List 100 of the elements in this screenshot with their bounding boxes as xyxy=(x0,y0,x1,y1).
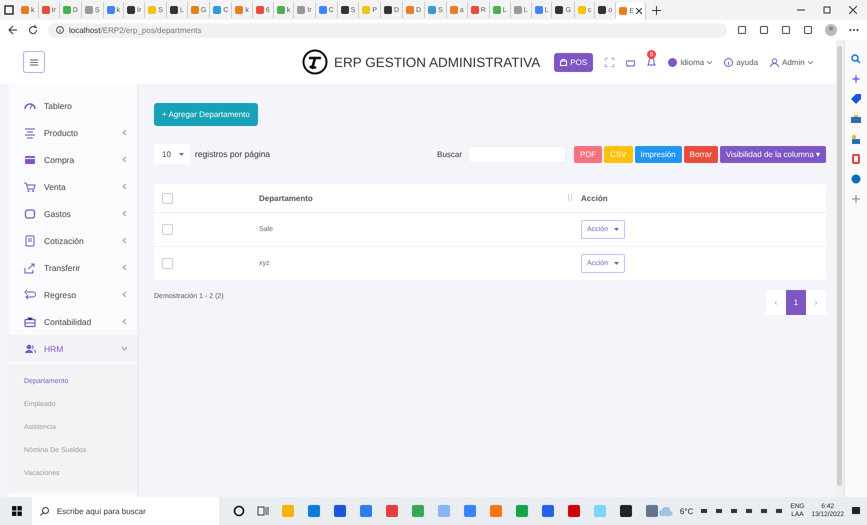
users-icon xyxy=(24,342,36,354)
chevron-left-icon xyxy=(122,238,127,243)
help-link[interactable]: ayuda xyxy=(724,58,758,66)
list-icon xyxy=(24,126,36,138)
favicon-icon xyxy=(555,6,564,14)
row-checkbox[interactable] xyxy=(162,224,173,235)
logo-icon xyxy=(302,49,328,75)
favicon-icon xyxy=(127,6,136,14)
briefcase-icon xyxy=(24,316,36,328)
chevron-left-icon xyxy=(122,184,127,189)
language-menu[interactable]: Idioma xyxy=(668,58,712,66)
favicon-icon xyxy=(21,6,29,14)
restore-icon[interactable] xyxy=(823,6,831,14)
sidebar-item[interactable]: Tablero xyxy=(9,92,137,119)
favicon-icon xyxy=(362,6,370,14)
taskbar-search-field[interactable]: Escribe aquí para buscar xyxy=(32,497,219,525)
office-icon[interactable] xyxy=(851,154,861,164)
weather-text[interactable]: 6°C xyxy=(680,506,694,516)
sidebar-item[interactable]: Transferir xyxy=(9,254,137,281)
reload-icon[interactable] xyxy=(28,25,38,35)
favicon-icon xyxy=(84,6,93,14)
sidebar-item[interactable]: Venta xyxy=(9,173,137,200)
notifications-icon[interactable] xyxy=(851,506,861,516)
export-button[interactable]: Borrar xyxy=(684,146,718,162)
close-icon[interactable] xyxy=(849,6,857,14)
scrollbar[interactable] xyxy=(836,40,844,497)
favicon-icon xyxy=(42,6,50,14)
more-icon[interactable] xyxy=(849,28,859,32)
sidebar-item[interactable]: Compra xyxy=(9,146,137,173)
address-bar[interactable]: localhost/ERP2/erp_pos/departments xyxy=(48,22,727,38)
search-icon xyxy=(40,506,49,516)
profile-avatar-icon[interactable] xyxy=(825,24,837,36)
sidebar-item[interactable]: Regreso xyxy=(9,281,137,308)
pos-button[interactable]: POS xyxy=(554,52,594,72)
page-size-label: registros por página xyxy=(194,149,270,159)
chevron-down-icon xyxy=(808,60,813,64)
menu-button[interactable] xyxy=(23,51,45,73)
favicon-icon xyxy=(190,6,199,14)
row-checkbox[interactable] xyxy=(162,258,173,269)
mail-icon[interactable] xyxy=(851,174,861,184)
tag-icon[interactable] xyxy=(851,94,861,104)
back-icon[interactable] xyxy=(8,25,18,35)
favicon-icon xyxy=(256,6,264,14)
card-icon xyxy=(24,154,36,166)
task-view-icon[interactable] xyxy=(256,505,269,517)
tab-actions-icon[interactable] xyxy=(4,5,14,15)
favicon-icon xyxy=(470,6,479,14)
toolbox-icon[interactable] xyxy=(851,114,861,124)
page-button[interactable]: 1 xyxy=(786,290,806,315)
favicon-icon xyxy=(318,6,327,14)
favicon-icon xyxy=(492,6,501,14)
search-icon[interactable] xyxy=(851,54,861,64)
basket-icon[interactable] xyxy=(626,58,636,66)
chevron-down-icon xyxy=(707,60,712,64)
select-all-checkbox[interactable] xyxy=(162,192,173,204)
column-header: Acción xyxy=(581,194,609,202)
sidebar-item[interactable]: Contabilidad xyxy=(9,308,137,335)
favicon-icon xyxy=(170,6,178,14)
favicon-icon xyxy=(578,6,586,14)
favicon-icon xyxy=(106,6,115,14)
sidebar-item[interactable]: Gastos xyxy=(9,200,137,227)
info-icon xyxy=(56,26,64,34)
close-icon[interactable] xyxy=(636,8,642,14)
add-icon[interactable] xyxy=(851,194,861,204)
favorite-add-icon[interactable] xyxy=(759,25,769,35)
bell-icon[interactable] xyxy=(647,57,656,67)
info-icon xyxy=(724,58,734,66)
collections-icon[interactable] xyxy=(803,25,813,35)
favorites-icon[interactable] xyxy=(781,25,791,35)
caret-icon xyxy=(614,262,620,265)
cortana-icon[interactable] xyxy=(232,505,245,517)
windows-start-icon[interactable] xyxy=(12,506,22,516)
favicon-icon xyxy=(62,6,71,14)
sidebar-item[interactable]: Producto xyxy=(9,119,137,146)
export-button[interactable]: Visibilidad de la columna ▾ xyxy=(720,146,826,162)
caret-icon xyxy=(614,228,620,231)
search-label: Buscar xyxy=(437,150,462,158)
favicon-icon xyxy=(384,6,392,14)
favicon-icon xyxy=(534,6,543,14)
user-icon xyxy=(770,58,780,66)
column-header[interactable]: Departamento xyxy=(259,194,313,202)
favicon-icon xyxy=(514,6,522,14)
sidebar-item[interactable]: Cotización xyxy=(9,227,137,254)
url-text: localhost/ERP2/erp_pos/departments xyxy=(69,26,202,34)
favicon-icon xyxy=(598,6,606,14)
globe-icon xyxy=(668,58,678,66)
user-menu[interactable]: Admin xyxy=(770,58,813,66)
sidebar-item[interactable]: HRM xyxy=(9,335,137,362)
favicon-icon xyxy=(297,6,306,14)
doc-icon xyxy=(24,234,36,246)
favicon-icon xyxy=(619,7,628,15)
fullscreen-icon[interactable] xyxy=(605,58,614,66)
page-size-select[interactable]: 10 xyxy=(154,144,190,164)
new-tab-icon[interactable] xyxy=(652,6,661,14)
chevron-left-icon xyxy=(122,211,127,216)
read-aloud-icon[interactable] xyxy=(737,25,747,35)
taskbar-app-icon[interactable] xyxy=(618,504,633,518)
people-icon[interactable] xyxy=(851,134,861,144)
bag-icon xyxy=(560,58,568,66)
sparkle-icon[interactable] xyxy=(851,74,861,84)
